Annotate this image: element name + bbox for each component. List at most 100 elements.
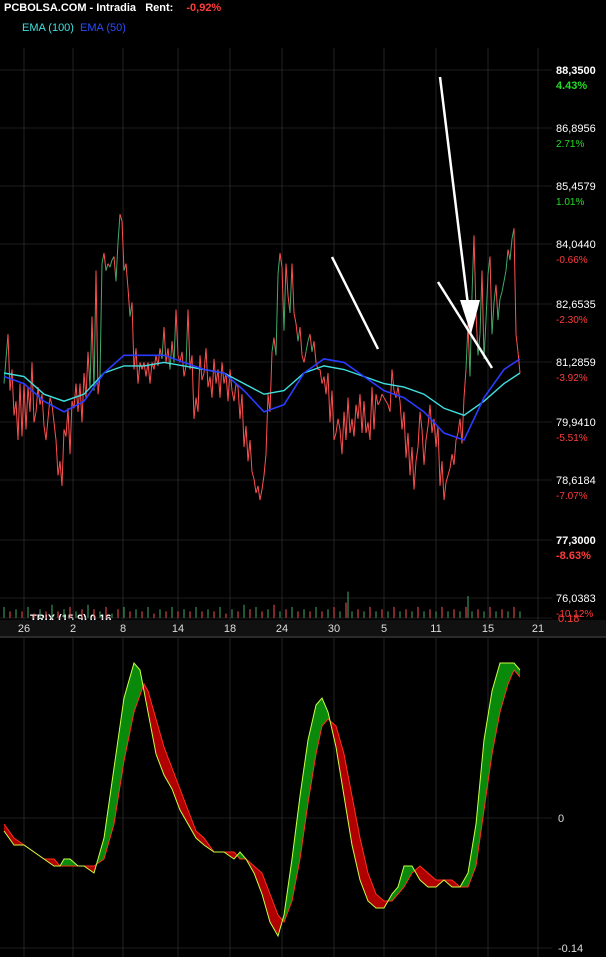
price-tick-label: 77,3000 [556,535,596,547]
pct-tick-label: -3.92% [556,373,588,384]
price-segment [373,394,377,430]
price-segment [399,401,403,430]
date-tick-label: 11 [430,623,441,635]
price-segment [219,362,223,398]
price-segment [411,447,415,490]
price-segment [19,383,23,437]
price-segment [389,369,393,412]
price-segment [283,263,287,331]
price-segment [7,334,11,391]
date-tick-label: 15 [482,623,494,635]
price-segment [93,270,97,391]
date-tick-label: 5 [381,623,387,635]
price-segment [363,401,367,434]
price-segment [55,440,59,476]
price-segment [335,418,339,434]
price-segment [461,397,465,444]
price-segment [253,478,257,494]
price-segment [421,429,425,465]
price-segment [391,369,395,391]
price-segment [187,309,191,370]
price-segment [51,404,55,423]
trix-axis: 0.18 0 -0.14 [558,613,583,955]
date-tick-label: 14 [172,623,184,635]
pct-tick-label: -8.63% [556,550,591,562]
arrow-shaft [438,76,470,306]
price-segment [77,383,81,412]
price-line-segments [3,214,521,501]
price-segment [337,418,341,430]
price-segment [361,401,365,434]
price-segment [449,454,453,469]
pct-tick-label: -5.51% [556,433,588,444]
price-segment [309,334,313,352]
price-segment [205,348,209,388]
price-axis: 88,3500 4.43% 86,8956 2.71% 85,4579 1.01% 84,0… [556,65,596,620]
date-tick-label: 18 [224,623,236,635]
price-segment [305,341,309,352]
price-segment [173,309,177,363]
price-segment [143,362,147,377]
price-segment [271,337,275,352]
price-segment [415,447,419,462]
trix-fill-slice [424,869,426,886]
trix-tick-label: 0 [558,813,564,825]
price-segment [371,387,375,430]
price-segment [419,411,423,430]
trend-annotations [330,76,494,369]
price-segment [153,355,157,370]
ema50-line [3,354,521,441]
price-segment [397,387,401,402]
price-segment [99,263,103,377]
price-segment [345,397,349,441]
price-segment [105,263,109,271]
price-segment [259,489,263,501]
price-segment [463,369,467,398]
price-tick-label: 84,0440 [556,239,596,251]
pct-tick-label: 1.01% [556,197,584,208]
price-segment [119,214,123,222]
price-tick-label: 78,6184 [556,475,596,487]
chart-canvas: 88,3500 4.43% 86,8956 2.71% 85,4579 1.01% 84,0… [0,48,606,957]
pct-tick-label: -2.30% [556,315,588,326]
price-segment [509,238,513,261]
price-segment [445,475,449,483]
price-segment [275,274,279,356]
trix-fill-slice [134,663,136,712]
price-segment [349,418,353,434]
price-segment [385,400,389,405]
price-segment [369,387,373,441]
price-segment [163,327,167,363]
price-segment [443,482,447,501]
trend-line-annotation [330,256,380,350]
price-segment [15,401,19,441]
price-segment [377,400,381,405]
price-segment [471,235,475,296]
trix-fill-slice [64,859,66,866]
price-segment [505,249,509,271]
price-tick-label: 88,3500 [556,65,596,77]
price-segment [441,461,445,501]
price-segment [413,461,417,490]
price-segment [293,312,297,324]
price-segment [29,362,33,412]
price-segment [161,327,165,359]
trix-fill-slice [420,866,422,882]
price-segment [169,341,173,370]
price-segment [289,263,293,314]
price-segment [61,429,65,486]
trix-tick-label: -0.14 [558,943,583,955]
price-segment [233,383,237,402]
price-segment [115,242,119,282]
price-segment [303,351,307,363]
price-segment [481,270,485,359]
price-segment [17,383,21,441]
trix-fill-slice [422,867,424,884]
price-segment [261,475,265,490]
price-segment [437,425,441,486]
price-segment [131,302,135,370]
price-segment [217,369,221,398]
volume-bars [3,591,521,618]
price-tick-label: 76,0383 [556,593,596,605]
price-segment [89,316,93,388]
